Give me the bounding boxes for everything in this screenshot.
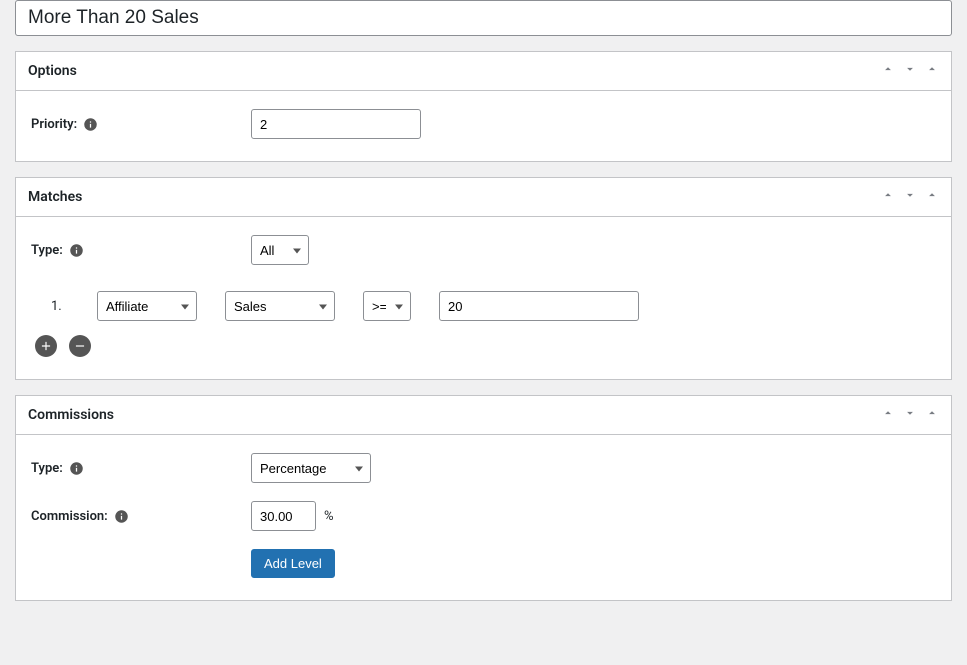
chevron-down-icon[interactable] (903, 406, 917, 424)
info-icon[interactable] (69, 461, 84, 476)
collapse-icon[interactable] (925, 406, 939, 424)
remove-rule-button[interactable] (69, 335, 91, 357)
info-icon[interactable] (83, 117, 98, 132)
rule-operator-select[interactable]: >= (363, 291, 411, 321)
priority-input[interactable] (251, 109, 421, 139)
rule-metric-select[interactable]: Sales (225, 291, 335, 321)
matches-panel: Matches Type: All 1. Affiliate Sales >= (15, 177, 952, 380)
options-panel-controls (881, 62, 939, 80)
rule-subject-select[interactable]: Affiliate (97, 291, 197, 321)
rule-controls (31, 335, 936, 357)
rule-value-input[interactable] (439, 291, 639, 321)
options-panel-title: Options (28, 63, 77, 79)
commissions-type-select[interactable]: Percentage (251, 453, 371, 483)
matches-panel-header: Matches (16, 178, 951, 217)
commissions-panel-title: Commissions (28, 407, 114, 423)
commission-label: Commission: (31, 509, 251, 524)
collapse-icon[interactable] (925, 62, 939, 80)
commissions-type-label: Type: (31, 461, 251, 476)
chevron-up-icon[interactable] (881, 62, 895, 80)
matches-type-select[interactable]: All (251, 235, 309, 265)
info-icon[interactable] (69, 243, 84, 258)
info-icon[interactable] (114, 509, 129, 524)
commissions-panel: Commissions Type: Percentage Commission: (15, 395, 952, 601)
matches-panel-controls (881, 188, 939, 206)
rule-row: 1. Affiliate Sales >= (31, 291, 936, 321)
commissions-panel-header: Commissions (16, 396, 951, 435)
priority-label: Priority: (31, 117, 251, 132)
commissions-panel-body: Type: Percentage Commission: % Add Level (16, 435, 951, 600)
chevron-down-icon[interactable] (903, 188, 917, 206)
commissions-panel-controls (881, 406, 939, 424)
chevron-down-icon[interactable] (903, 62, 917, 80)
matches-panel-body: Type: All 1. Affiliate Sales >= (16, 217, 951, 379)
rule-index: 1. (51, 299, 69, 314)
options-panel-header: Options (16, 52, 951, 91)
matches-panel-title: Matches (28, 189, 82, 205)
chevron-up-icon[interactable] (881, 188, 895, 206)
options-panel: Options Priority: (15, 51, 952, 162)
matches-type-label: Type: (31, 243, 251, 258)
add-level-button[interactable]: Add Level (251, 549, 335, 578)
commission-input[interactable] (251, 501, 316, 531)
chevron-up-icon[interactable] (881, 406, 895, 424)
collapse-icon[interactable] (925, 188, 939, 206)
commission-suffix: % (324, 509, 334, 524)
add-rule-button[interactable] (35, 335, 57, 357)
options-panel-body: Priority: (16, 91, 951, 161)
title-input[interactable] (15, 0, 952, 36)
